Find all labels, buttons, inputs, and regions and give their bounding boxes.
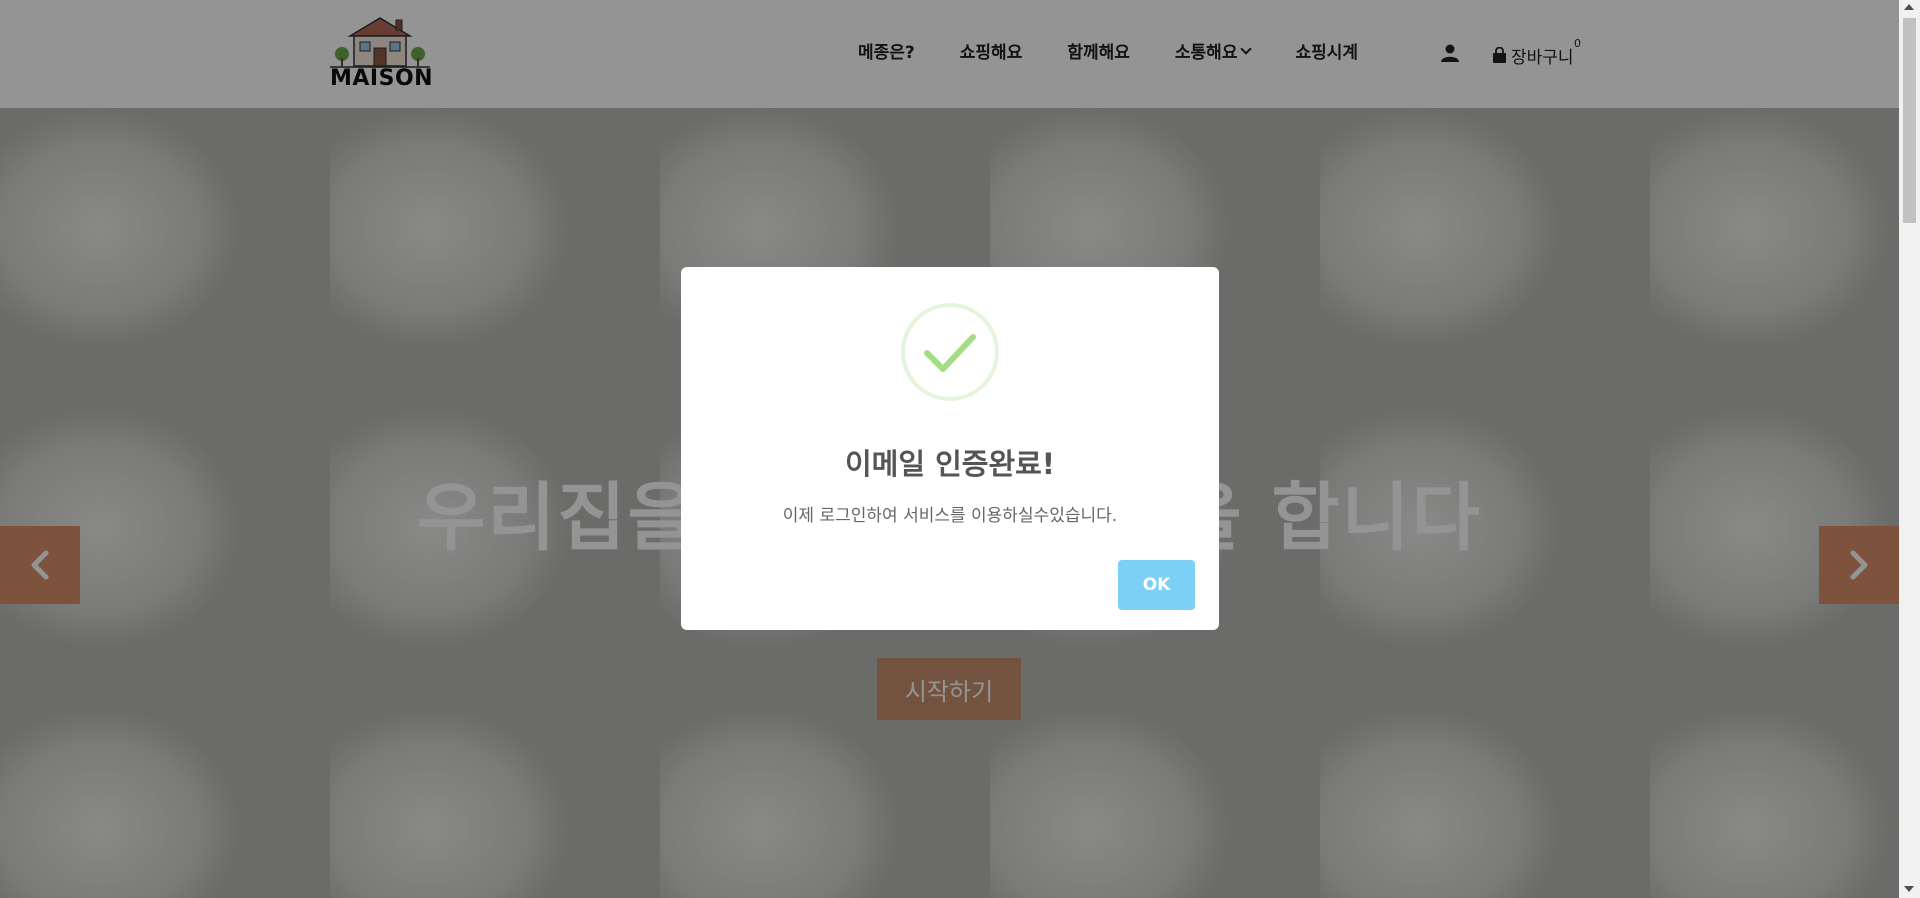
page: MAISON 메종은? 쇼핑해요 함께해요 소통해요 쇼핑시계 장바구니 0 우… xyxy=(0,0,1899,898)
vertical-scrollbar[interactable] xyxy=(1899,0,1920,898)
dialog-title: 이메일 인증완료! xyxy=(844,447,1056,481)
ok-button[interactable]: OK xyxy=(1118,560,1195,610)
alert-dialog: 이메일 인증완료! 이제 로그인하여 서비스를 이용하실수있습니다. OK xyxy=(681,267,1219,630)
scroll-up-arrow-icon[interactable] xyxy=(1904,4,1914,10)
scrollbar-thumb[interactable] xyxy=(1903,18,1916,223)
scroll-down-arrow-icon[interactable] xyxy=(1904,886,1914,892)
success-icon xyxy=(901,303,999,401)
dialog-message: 이제 로그인하여 서비스를 이용하실수있습니다. xyxy=(782,506,1118,526)
checkmark-icon xyxy=(924,334,976,372)
